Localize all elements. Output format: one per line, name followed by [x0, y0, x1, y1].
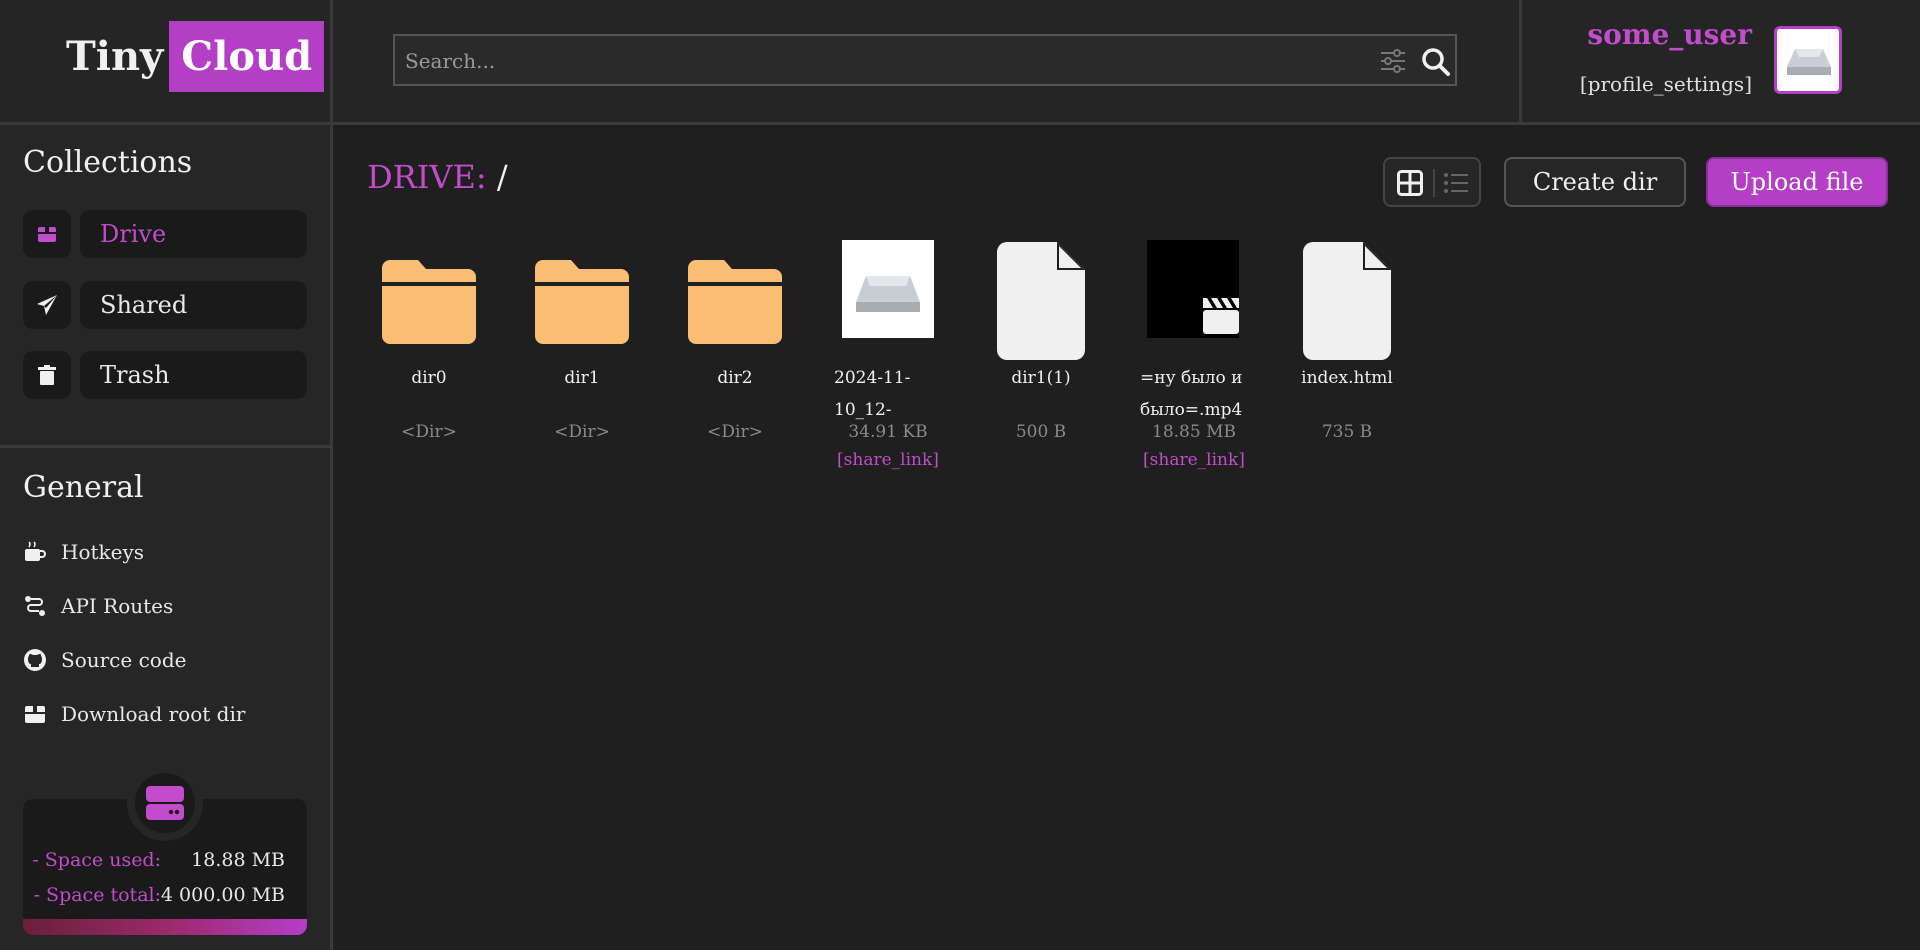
- share-link[interactable]: [share_link]: [828, 445, 948, 475]
- sidebar-item-source-code[interactable]: Source code: [23, 648, 186, 672]
- avatar[interactable]: [1774, 26, 1842, 94]
- list-view-icon[interactable]: [1443, 171, 1469, 195]
- general-heading: General: [23, 470, 144, 505]
- sidebar-item-label: Trash: [80, 351, 307, 399]
- hard-drive-icon: [146, 786, 184, 820]
- storage-usage-bar: [23, 919, 307, 935]
- breadcrumb: DRIVE: /: [367, 158, 508, 196]
- file-name: dir0: [411, 368, 447, 388]
- file-item-index-html[interactable]: index.html 735 B: [1287, 240, 1407, 445]
- image-thumb: [828, 240, 948, 362]
- nav-icon-box: [23, 351, 71, 399]
- folder-icon: [688, 260, 782, 344]
- sidebar-item-hotkeys[interactable]: Hotkeys: [23, 540, 144, 564]
- app-logo[interactable]: Tiny Cloud: [66, 21, 325, 92]
- logo-text-tiny: Tiny: [66, 33, 164, 80]
- collections-heading: Collections: [23, 145, 193, 180]
- user-area: some_user [profile_settings]: [1522, 0, 1920, 122]
- sidebar-item-label: Drive: [80, 210, 307, 258]
- view-toggle: [1383, 157, 1481, 207]
- file-item-image[interactable]: 2024-11-10_12-28.png 34.91 KB [share_lin…: [828, 240, 948, 475]
- sidebar-divider: [0, 445, 330, 448]
- top-bar: Tiny Cloud some_user [profile_settings]: [0, 0, 1920, 125]
- filter-sliders-icon[interactable]: [1379, 48, 1407, 74]
- sidebar-item-label: Hotkeys: [61, 540, 145, 564]
- file-item-video[interactable]: =ну было и было=.mp4 18.85 MB [share_lin…: [1134, 240, 1254, 475]
- upload-file-button[interactable]: Upload file: [1706, 157, 1888, 207]
- nav-icon-box: [23, 210, 71, 258]
- file-item-dir0[interactable]: dir0 <Dir>: [369, 240, 489, 445]
- file-name: dir1(1): [1011, 368, 1071, 388]
- sidebar-item-label: Download root dir: [61, 702, 246, 726]
- box-icon: [25, 706, 45, 723]
- video-preview: [1147, 240, 1239, 338]
- search-bar: [393, 34, 1457, 86]
- file-meta: 735 B: [1321, 422, 1373, 442]
- file-name: =ну было и было=.mp4: [1140, 368, 1243, 420]
- avatar-image: [1777, 29, 1839, 91]
- sidebar-item-label: API Routes: [61, 594, 174, 618]
- search-area: [333, 0, 1522, 122]
- profile-settings-link[interactable]: [profile_settings]: [1580, 72, 1752, 96]
- file-icon: [997, 242, 1085, 360]
- video-thumb: [1134, 240, 1254, 362]
- logo-text-cloud: Cloud: [169, 21, 325, 92]
- storage-icon-wrap: [127, 765, 203, 841]
- github-icon: [24, 649, 46, 671]
- box-icon: [38, 227, 56, 242]
- folder-thumb: [675, 240, 795, 362]
- file-item-dir1[interactable]: dir1 <Dir>: [522, 240, 642, 445]
- view-toggle-divider: [1433, 169, 1435, 197]
- folder-icon: [535, 260, 629, 344]
- folder-icon: [382, 260, 476, 344]
- username: some_user: [1587, 18, 1752, 51]
- file-thumb: [1287, 240, 1407, 362]
- file-name: index.html: [1301, 368, 1393, 388]
- mug-icon: [25, 541, 46, 561]
- share-link[interactable]: [share_link]: [1134, 445, 1254, 475]
- paper-plane-icon: [37, 295, 57, 315]
- file-thumb: [981, 240, 1101, 362]
- file-meta: <Dir>: [554, 422, 610, 442]
- nav-icon-box: [23, 281, 71, 329]
- file-item-dir1-1[interactable]: dir1(1) 500 B: [981, 240, 1101, 445]
- folder-thumb: [369, 240, 489, 362]
- space-total-label: - Space total:: [33, 884, 161, 906]
- file-name: dir1: [564, 368, 600, 388]
- file-name: 2024-11-10_12-28.png: [834, 368, 911, 420]
- folder-thumb: [522, 240, 642, 362]
- file-meta: <Dir>: [401, 422, 457, 442]
- sidebar: Collections Drive Shared Trash General H…: [0, 125, 333, 950]
- sidebar-item-download-root[interactable]: Download root dir: [23, 702, 245, 726]
- file-item-dir2[interactable]: dir2 <Dir>: [675, 240, 795, 445]
- file-meta: 500 B: [1015, 422, 1067, 442]
- space-used-value: 18.88 MB: [191, 849, 285, 871]
- route-icon: [25, 596, 45, 616]
- file-meta: <Dir>: [707, 422, 763, 442]
- space-used-label: - Space used:: [32, 849, 161, 871]
- sidebar-item-label: Source code: [61, 648, 187, 672]
- logo-area: Tiny Cloud: [0, 0, 333, 122]
- sidebar-item-drive[interactable]: Drive: [23, 210, 307, 258]
- grid-view-icon[interactable]: [1397, 170, 1423, 196]
- sidebar-item-shared[interactable]: Shared: [23, 281, 307, 329]
- file-name: dir2: [717, 368, 753, 388]
- sidebar-item-api-routes[interactable]: API Routes: [23, 594, 173, 618]
- file-icon: [1303, 242, 1391, 360]
- search-input[interactable]: [403, 36, 1367, 86]
- create-dir-button[interactable]: Create dir: [1504, 157, 1686, 207]
- image-preview: [842, 240, 934, 338]
- sidebar-item-trash[interactable]: Trash: [23, 351, 307, 399]
- trash-icon: [38, 365, 56, 385]
- storage-panel: - Space used: 18.88 MB - Space total: 4 …: [23, 765, 307, 935]
- search-icon[interactable]: [1421, 47, 1451, 77]
- breadcrumb-root[interactable]: DRIVE:: [367, 158, 487, 196]
- sidebar-item-label: Shared: [80, 281, 307, 329]
- breadcrumb-path[interactable]: /: [497, 158, 508, 196]
- space-total-value: 4 000.00 MB: [160, 884, 285, 906]
